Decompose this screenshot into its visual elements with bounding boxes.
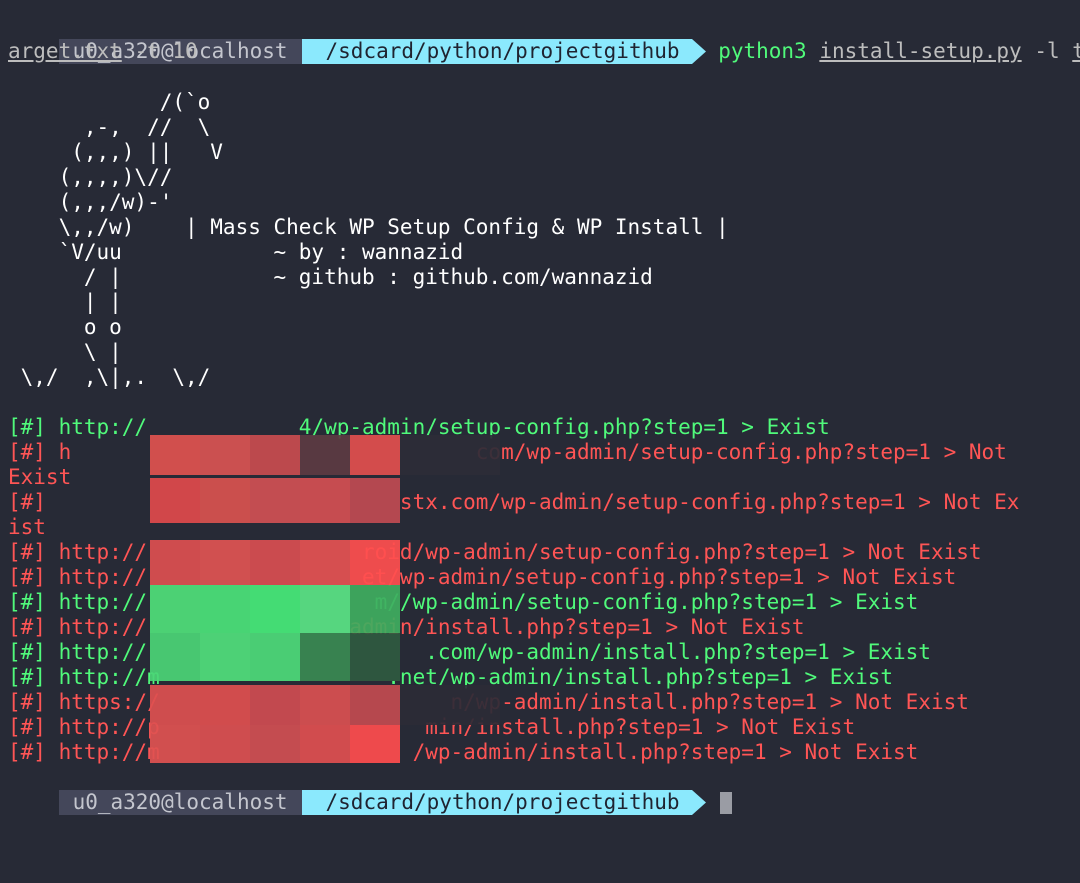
terminal-window[interactable]: u0_a320@localhost/sdcard/python/projectg…	[0, 0, 1080, 883]
banner-line: \,/ ,\|,. \,/	[8, 365, 211, 389]
command-script: install-setup.py	[819, 39, 1022, 63]
command-target-rest: arget.txt	[8, 39, 122, 63]
arrow-separator-icon	[691, 39, 706, 64]
command-target-start: t	[1072, 39, 1080, 63]
prompt-path: /sdcard/python/projectgithub	[301, 39, 692, 64]
banner-line: `V/uu ~ by : wannazid	[8, 240, 464, 264]
text-cursor[interactable]	[719, 792, 732, 814]
banner-line: \ |	[8, 340, 122, 364]
result-line: [#] http:// m//wp-admin/setup-config.php…	[8, 590, 919, 614]
command-name: python3	[718, 39, 807, 63]
banner-line: (,,,,)\//	[8, 165, 173, 189]
command-option-t: -t 10	[134, 39, 198, 63]
banner-line: /(`o	[8, 90, 211, 114]
result-line: Exist	[8, 465, 72, 489]
banner-line: | |	[8, 290, 122, 314]
prompt-host: u0_a320@localhost	[58, 790, 302, 815]
prompt-path: /sdcard/python/projectgithub	[301, 790, 692, 815]
banner-line: \,,/w) | Mass Check WP Setup Config & WP…	[8, 215, 729, 239]
command-option-l: -l	[1034, 39, 1060, 63]
result-line: [#] http:// admin/install.php?step=1 > N…	[8, 615, 805, 639]
banner-line: o o	[8, 315, 122, 339]
prompt-line-current[interactable]: u0_a320@localhost/sdcard/python/projectg…	[8, 765, 732, 815]
banner-line: / | ~ github : github.com/wannazid	[8, 265, 653, 289]
result-line: ist	[8, 515, 46, 539]
banner-line: (,,,/w)-'	[8, 190, 173, 214]
banner-line: (,,,) || V	[8, 140, 223, 164]
result-line: [#] http://m /wp-admin/install.php?step=…	[8, 740, 919, 764]
arrow-separator-icon	[691, 790, 706, 815]
result-line: [#] http:// .com/wp-admin/install.php?st…	[8, 640, 931, 664]
prompt-line: u0_a320@localhost/sdcard/python/projectg…	[8, 14, 1080, 64]
banner-line: ,-, // \	[8, 115, 211, 139]
prompt-line-wrap: arget.txt -t 10	[8, 39, 198, 64]
